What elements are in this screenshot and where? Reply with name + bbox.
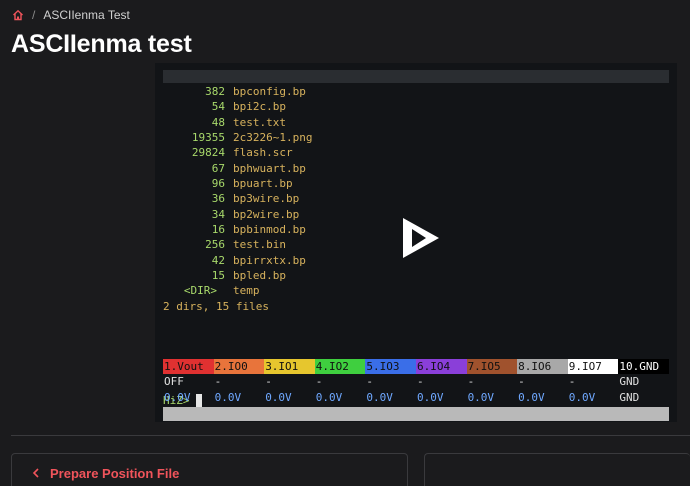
section-divider	[11, 435, 690, 436]
file-name: bpuart.bp	[233, 177, 293, 191]
breadcrumb-separator: /	[32, 8, 36, 22]
file-size: 16	[211, 223, 225, 237]
file-size: 36	[211, 192, 225, 206]
breadcrumb: / ASCIIenma Test	[12, 7, 130, 23]
file-name: bpled.bp	[233, 269, 286, 283]
pin-voltage: 0.0V	[416, 391, 444, 404]
terminal-output: 382 bpconfig.bp 54 bpi2c.bp 48 test.txt 19355 2…	[163, 84, 312, 314]
home-icon[interactable]	[12, 9, 24, 21]
file-line: 16 bpbinmod.bp	[163, 222, 312, 237]
pin-label: 2.IO0	[213, 359, 265, 374]
file-name: bpconfig.bp	[233, 85, 306, 98]
file-line: 256 test.bin	[163, 237, 312, 252]
file-name: 2c3226~1.png	[233, 131, 313, 145]
file-line: 382 bpconfig.bp	[163, 84, 312, 99]
pin-state: -	[214, 375, 222, 388]
file-size: 54	[211, 100, 225, 114]
pin-label: 7.IO5	[466, 359, 518, 374]
file-size: 382	[205, 85, 225, 98]
file-name: bphwuart.bp	[233, 161, 306, 175]
pin-state: GND	[619, 375, 640, 388]
file-line: 15 bpled.bp	[163, 268, 312, 283]
pin-state: -	[467, 375, 475, 388]
pin-label: 3.IO1	[264, 359, 315, 374]
play-icon[interactable]	[401, 216, 441, 260]
next-page-button[interactable]	[424, 453, 690, 486]
file-line: 34 bp2wire.bp	[163, 207, 312, 222]
chevron-left-icon	[32, 466, 40, 481]
pin-label: 4.IO2	[314, 359, 366, 374]
pin-state-row: OFF - - - - - - - - GND	[163, 375, 669, 389]
file-line: 54 bpi2c.bp	[163, 99, 312, 114]
file-size: 34	[211, 207, 225, 221]
pin-voltage: GND	[619, 391, 640, 404]
file-size: 67	[211, 161, 225, 175]
file-line: 29824 flash.scr	[163, 145, 312, 160]
file-size: 19355	[191, 131, 225, 145]
pin-label-row: 1.Vout 2.IO0 3.IO1 4.IO2 5.IO3 6.IO4 7.IO5 8.IO…	[163, 359, 669, 374]
pin-voltage: 0.0V	[315, 391, 343, 404]
terminal-top-bar	[163, 70, 669, 83]
dir-tag: <DIR>	[183, 284, 217, 298]
file-line: 36 bp3wire.bp	[163, 191, 312, 206]
pin-state: -	[568, 375, 576, 388]
listing-summary: 2 dirs, 15 files	[163, 299, 269, 313]
pin-label: 5.IO3	[365, 359, 416, 374]
prev-page-label: Prepare Position File	[50, 465, 180, 481]
pin-state: -	[265, 375, 272, 388]
breadcrumb-current: ASCIIenma Test	[43, 8, 130, 22]
file-name: flash.scr	[233, 146, 293, 160]
pin-label: 9.IO7	[567, 359, 619, 374]
pin-voltage: 0.0V	[265, 391, 292, 404]
file-line: 42 bpirrxtx.bp	[163, 253, 312, 268]
pin-voltage-row: 0.0V 0.0V 0.0V 0.0V 0.0V 0.0V 0.0V 0.0V 0.0V GND	[163, 390, 669, 405]
file-name: bp2wire.bp	[233, 207, 300, 221]
pin-label: 6.IO4	[415, 359, 467, 374]
pin-voltage: 0.0V	[568, 391, 596, 404]
prev-page-button[interactable]: Prepare Position File	[11, 453, 408, 486]
page-title: ASCIIenma test	[11, 30, 192, 58]
pin-voltage: 0.0V	[518, 391, 545, 404]
file-line: 19355 2c3226~1.png	[163, 130, 313, 145]
pin-label: 1.Vout	[163, 359, 214, 374]
pin-state: -	[315, 375, 323, 388]
file-line: 96 bpuart.bp	[163, 176, 312, 191]
status-strip	[163, 407, 669, 421]
file-line: 67 bphwuart.bp	[163, 161, 312, 176]
pin-state: OFF	[164, 375, 184, 388]
dir-name: temp	[233, 284, 260, 298]
file-name: test.txt	[233, 115, 286, 129]
pin-voltage: 0.0V	[164, 391, 191, 404]
pin-label: 8.IO6	[517, 359, 568, 374]
pin-state: -	[518, 375, 525, 388]
pin-label: 10.GND	[618, 359, 669, 374]
file-size: 42	[211, 253, 225, 267]
file-name: test.bin	[233, 238, 286, 252]
file-size: 256	[205, 238, 225, 252]
file-size: 15	[211, 269, 225, 283]
file-name: bpbinmod.bp	[233, 223, 306, 237]
file-name: bpi2c.bp	[233, 100, 286, 114]
file-name: bpirrxtx.bp	[233, 253, 306, 267]
pin-voltage: 0.0V	[214, 391, 242, 404]
file-line: 48 test.txt	[163, 115, 312, 130]
file-size: 96	[211, 177, 225, 191]
file-size: 48	[211, 115, 225, 129]
pin-voltage: 0.0V	[366, 391, 393, 404]
file-name: bp3wire.bp	[233, 192, 300, 206]
file-size: 29824	[191, 146, 225, 160]
pin-voltage: 0.0V	[467, 391, 495, 404]
dir-line: <DIR> temp	[163, 283, 312, 298]
pin-state: -	[366, 375, 373, 388]
pin-state: -	[416, 375, 424, 388]
